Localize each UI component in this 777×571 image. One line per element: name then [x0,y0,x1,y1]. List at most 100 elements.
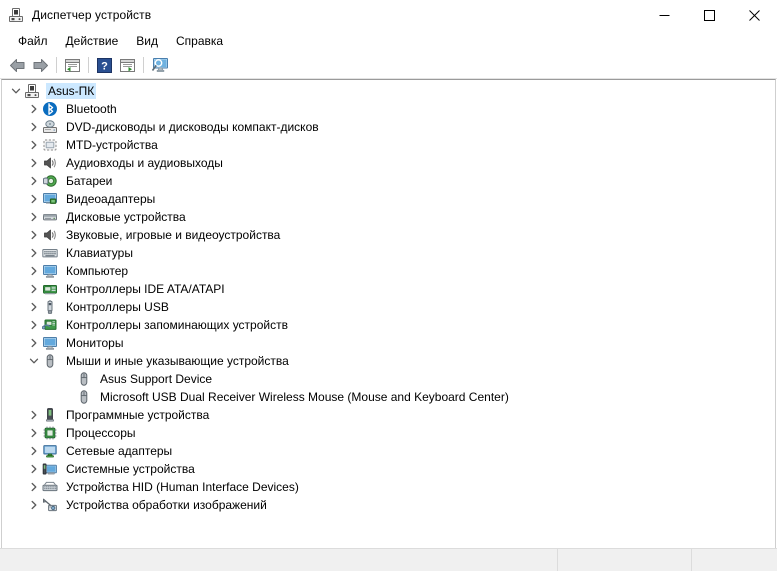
window-controls [642,0,777,30]
chevron-right-icon[interactable] [26,316,42,334]
disk-drive-icon [42,209,58,225]
tree-node[interactable]: Системные устройства [2,460,775,478]
tree-node[interactable]: Asus Support Device [2,370,775,388]
chevron-right-icon[interactable] [26,334,42,352]
toolbar-separator [143,57,144,73]
toolbar-separator [56,57,57,73]
chevron-right-icon[interactable] [26,118,42,136]
tree-node[interactable]: Программные устройства [2,406,775,424]
tree-node[interactable]: DVD-дисководы и дисководы компакт-дисков [2,118,775,136]
tree-node-label: Мыши и иные указывающие устройства [66,354,289,368]
scan-hardware-icon[interactable] [148,54,171,76]
tree-node[interactable]: Контроллеры USB [2,298,775,316]
menu-item-help[interactable]: Справка [167,32,232,51]
device-manager-window: Диспетчер устройств Файл Действие Вид Сп… [0,0,777,571]
back-arrow-icon[interactable] [6,54,29,76]
tree-node-label: Устройства обработки изображений [66,498,267,512]
chevron-right-icon[interactable] [26,496,42,514]
speaker-icon [42,155,58,171]
tree-node-label: Asus Support Device [100,372,213,386]
tree-node-label: Мониторы [66,336,124,350]
tree-node[interactable]: Устройства HID (Human Interface Devices) [2,478,775,496]
tree-node-label: Программные устройства [66,408,210,422]
device-tree-panel[interactable]: Asus-ПК Bluetooth DVD-дисководы и дисковод… [1,79,776,548]
tree-node[interactable]: Видеоадаптеры [2,190,775,208]
chevron-down-icon[interactable] [26,352,42,370]
tree-node[interactable]: Дисковые устройства [2,208,775,226]
computer-icon [8,7,24,23]
tree-node-label: Bluetooth [66,102,117,116]
device-tree: Asus-ПК Bluetooth DVD-дисководы и дисковод… [2,82,775,514]
tree-node-label: Аудиовходы и аудиовыходы [66,156,223,170]
tree-node[interactable]: MTD-устройства [2,136,775,154]
chevron-right-icon[interactable] [26,280,42,298]
tree-node[interactable]: Контроллеры запоминающих устройств [2,316,775,334]
keyboard-icon [42,245,58,261]
tree-node-label: MTD-устройства [66,138,158,152]
forward-arrow-icon[interactable] [29,54,52,76]
minimize-button[interactable] [642,0,687,30]
monitor-icon [42,335,58,351]
toolbar: ? [0,52,777,79]
tree-node-label: Asus-ПК [46,83,97,99]
tree-node[interactable]: Клавиатуры [2,244,775,262]
tree-node-label: Звуковые, игровые и видеоустройства [66,228,281,242]
chevron-right-icon[interactable] [26,478,42,496]
chevron-right-icon[interactable] [26,460,42,478]
system-device-icon [42,461,58,477]
tree-node[interactable]: Мониторы [2,334,775,352]
status-pane-tertiary [692,549,777,571]
chevron-right-icon[interactable] [26,442,42,460]
tree-node[interactable]: Звуковые, игровые и видеоустройства [2,226,775,244]
chevron-right-icon[interactable] [26,208,42,226]
tree-node[interactable]: Компьютер [2,262,775,280]
mouse-icon [76,371,92,387]
chevron-right-icon[interactable] [26,154,42,172]
computer-icon [24,83,40,99]
chevron-right-icon[interactable] [26,136,42,154]
update-driver-icon[interactable] [116,54,139,76]
tree-node[interactable]: Мыши и иные указывающие устройства [2,352,775,370]
maximize-button[interactable] [687,0,732,30]
chevron-right-icon[interactable] [26,406,42,424]
hid-device-icon [42,479,58,495]
tree-node[interactable]: Microsoft USB Dual Receiver Wireless Mou… [2,388,775,406]
software-device-icon [42,407,58,423]
chevron-right-icon[interactable] [26,172,42,190]
tree-node-label: Дисковые устройства [66,210,186,224]
chevron-right-icon[interactable] [26,100,42,118]
tree-node-label: Контроллеры IDE ATA/ATAPI [66,282,225,296]
processor-icon [42,425,58,441]
chevron-down-icon[interactable] [8,82,24,100]
close-button[interactable] [732,0,777,30]
tree-node[interactable]: Устройства обработки изображений [2,496,775,514]
chevron-right-icon[interactable] [26,226,42,244]
tree-node[interactable]: Bluetooth [2,100,775,118]
status-pane-main [0,549,558,571]
chevron-right-icon[interactable] [26,190,42,208]
tree-node-label: Батареи [66,174,113,188]
chevron-right-icon[interactable] [26,424,42,442]
tree-node[interactable]: Батареи [2,172,775,190]
chevron-right-icon[interactable] [26,298,42,316]
tree-node-label: DVD-дисководы и дисководы компакт-дисков [66,120,319,134]
speaker-icon [42,227,58,243]
tree-node[interactable]: Сетевые адаптеры [2,442,775,460]
properties-icon[interactable] [61,54,84,76]
menu-item-file[interactable]: Файл [9,32,57,51]
display-adapter-icon [42,191,58,207]
chevron-right-icon[interactable] [26,244,42,262]
tree-node-root[interactable]: Asus-ПК [2,82,775,100]
imaging-device-icon [42,497,58,513]
tree-node[interactable]: Процессоры [2,424,775,442]
help-icon[interactable]: ? [93,54,116,76]
chevron-right-icon[interactable] [26,262,42,280]
tree-node[interactable]: Контроллеры IDE ATA/ATAPI [2,280,775,298]
ide-controller-icon [42,281,58,297]
menu-item-action[interactable]: Действие [57,32,128,51]
mouse-icon [76,389,92,405]
menu-item-view[interactable]: Вид [127,32,167,51]
tree-node[interactable]: Аудиовходы и аудиовыходы [2,154,775,172]
tree-node-label: Видеоадаптеры [66,192,156,206]
network-adapter-icon [42,443,58,459]
